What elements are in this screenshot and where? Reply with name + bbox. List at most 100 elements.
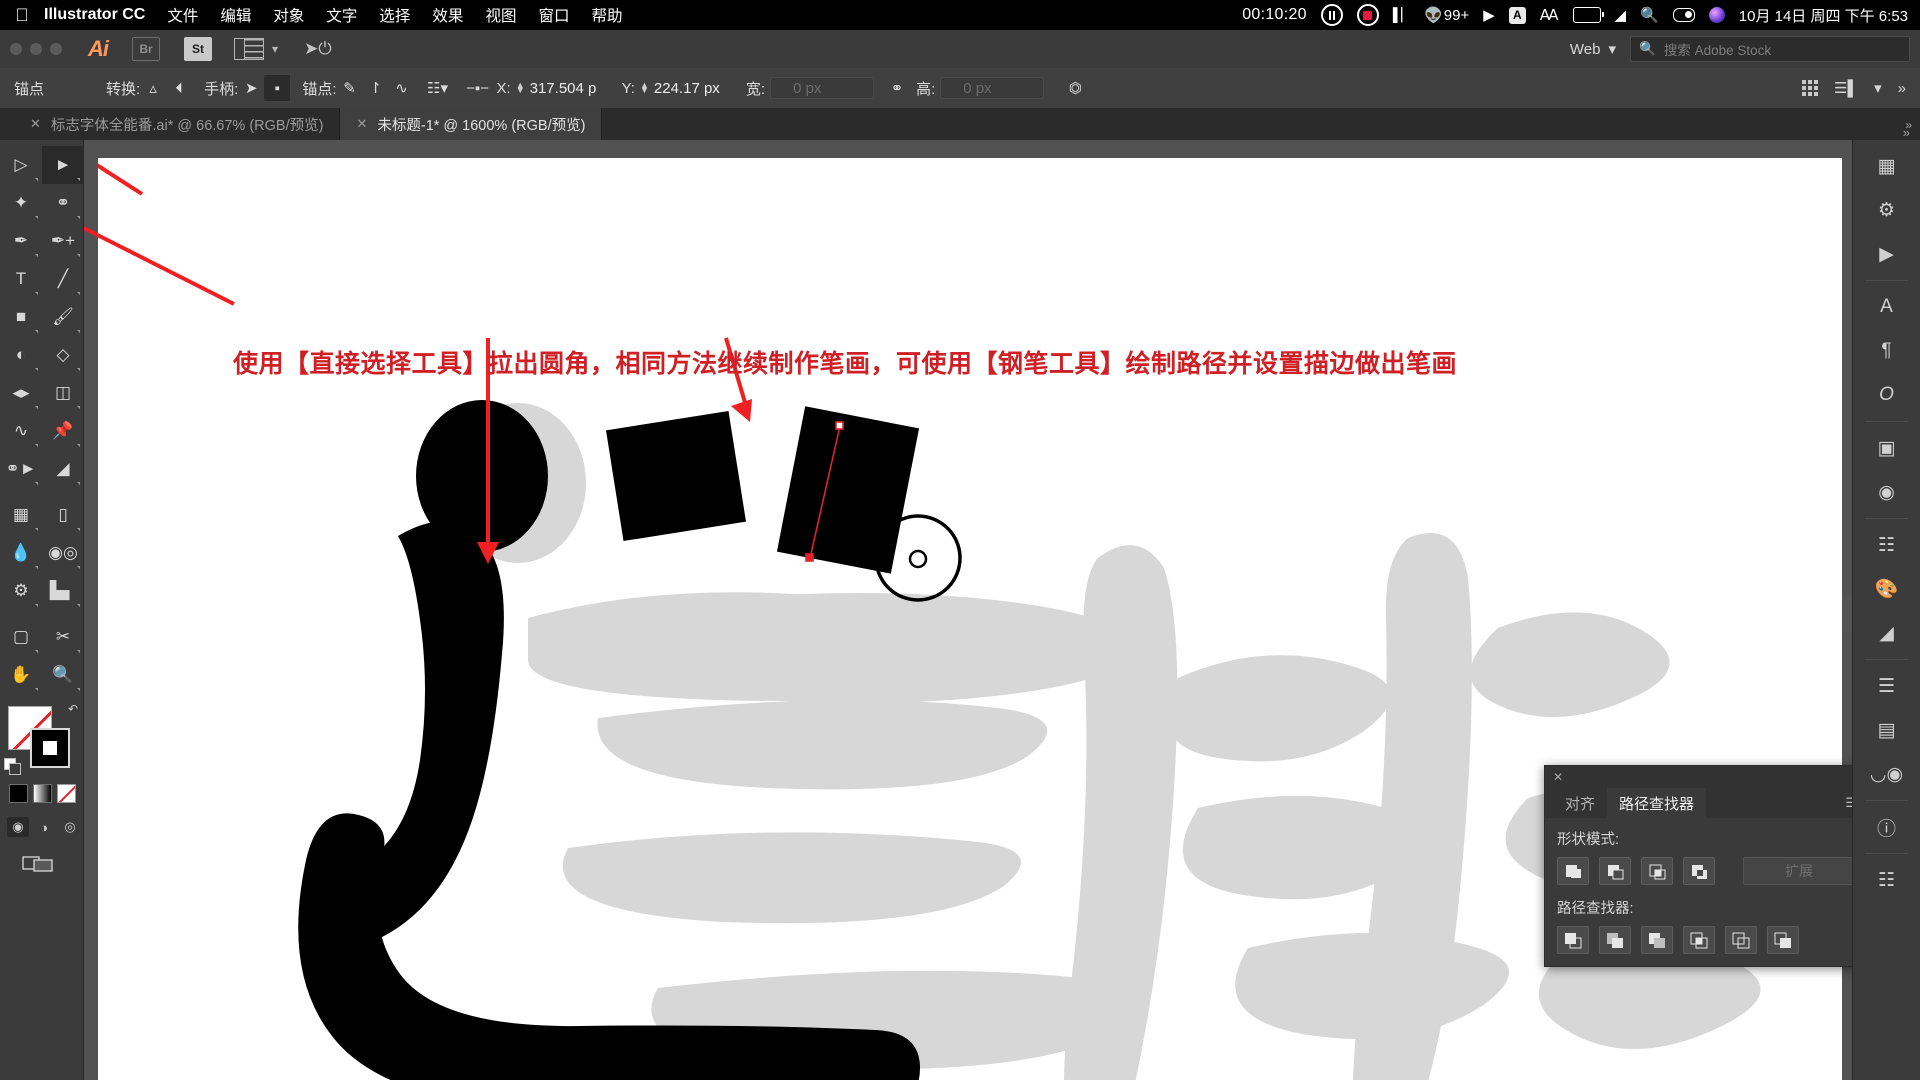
divide-button[interactable] bbox=[1557, 926, 1589, 954]
panel-menu-icon[interactable]: ☰ bbox=[1845, 795, 1852, 811]
minus-front-button[interactable] bbox=[1599, 857, 1631, 885]
sidebar-item-blend-tool[interactable]: ◉◎ bbox=[42, 534, 84, 572]
none-fill-button[interactable] bbox=[57, 784, 76, 803]
sidebar-item-zoom-tool[interactable]: 🔍 bbox=[42, 656, 84, 694]
panel-icon-swatches[interactable]: ☷ bbox=[1853, 523, 1920, 567]
sidebar-item-mesh-tool[interactable]: ▦ bbox=[0, 496, 42, 534]
panel-overflow-icon[interactable]: » bbox=[1898, 80, 1906, 97]
bluetooth-icon[interactable]: Ꜳ bbox=[1540, 6, 1559, 24]
align-panel-icon[interactable]: ☰▌ bbox=[1834, 79, 1858, 97]
x-position-field[interactable]: X: ▲ ▼ 317.504 p bbox=[497, 80, 616, 97]
sidebar-item-paintbrush-tool[interactable]: 🖌 bbox=[42, 298, 84, 336]
sidebar-item-scale-tool[interactable]: ◫ bbox=[42, 374, 84, 412]
draw-normal-button[interactable]: ◉ bbox=[7, 817, 29, 837]
sidebar-item-gradient-tool[interactable]: ▯ bbox=[42, 496, 84, 534]
sidebar-item-line-segment-tool[interactable]: ╱ bbox=[42, 260, 84, 298]
workspace-switcher[interactable]: Web ▾ bbox=[1570, 40, 1630, 59]
pathfinder-panel[interactable]: ✕ « 对齐 路径查找器 ☰ 形状模式: 扩展 路径查找器: bbox=[1544, 765, 1852, 967]
grid-icon[interactable] bbox=[1802, 80, 1819, 96]
stroke-swatch[interactable] bbox=[30, 728, 70, 768]
equalizer-icon[interactable]: ▌▏ bbox=[1393, 7, 1411, 23]
y-position-field[interactable]: Y: ▲ ▼ 224.17 px bbox=[622, 80, 740, 97]
crop-button[interactable] bbox=[1683, 926, 1715, 954]
canvas-scrollbar-thumb[interactable] bbox=[1842, 596, 1852, 632]
sidebar-item-artboard-tool[interactable]: ▢ bbox=[0, 618, 42, 656]
panel-icon-gradient-bar[interactable]: ▤ bbox=[1853, 708, 1920, 752]
show-handles-icon[interactable]: ➤ bbox=[238, 75, 264, 101]
panel-icon-opentype[interactable]: O bbox=[1853, 373, 1920, 417]
close-icon[interactable]: ✕ bbox=[356, 116, 367, 132]
panel-icon-paragraph[interactable]: ¶ bbox=[1853, 329, 1920, 373]
lock-proportions-icon[interactable]: ⚭ bbox=[884, 75, 910, 101]
wifi-icon[interactable]: ◢ bbox=[1615, 6, 1627, 24]
qq-messages-icon[interactable]: 👽 99+ bbox=[1424, 6, 1469, 25]
color-fill-button[interactable] bbox=[9, 784, 28, 803]
panel-icon-stroke[interactable]: ☰ bbox=[1853, 664, 1920, 708]
menu-file[interactable]: 文件 bbox=[167, 4, 198, 26]
menu-edit[interactable]: 编辑 bbox=[220, 4, 251, 26]
outline-button[interactable] bbox=[1725, 926, 1757, 954]
window-controls[interactable] bbox=[0, 43, 62, 55]
close-icon[interactable]: ✕ bbox=[30, 116, 41, 132]
control-center-icon[interactable] bbox=[1672, 8, 1695, 22]
sidebar-item-eyedropper-tool[interactable]: 💧 bbox=[0, 534, 42, 572]
trim-button[interactable] bbox=[1599, 926, 1631, 954]
panel-icon-transparency[interactable]: ◡◉ bbox=[1853, 752, 1920, 796]
menu-effect[interactable]: 效果 bbox=[432, 4, 463, 26]
pause-recording-icon[interactable] bbox=[1320, 4, 1343, 26]
convert-to-corner-icon[interactable]: ▵︎ bbox=[140, 75, 166, 101]
siri-icon[interactable] bbox=[1708, 7, 1725, 23]
minus-back-button[interactable] bbox=[1767, 926, 1799, 954]
height-field[interactable]: 高: 0 px bbox=[916, 77, 1045, 99]
stop-recording-icon[interactable] bbox=[1356, 4, 1379, 26]
drawing-modes[interactable]: ◉ ◑ ◎ bbox=[7, 817, 83, 837]
panel-icon-info[interactable]: ⓘ bbox=[1853, 805, 1920, 849]
unite-button[interactable] bbox=[1557, 857, 1589, 885]
fill-type-controls[interactable] bbox=[9, 784, 83, 803]
bridge-button[interactable]: Br bbox=[132, 37, 160, 61]
menu-select[interactable]: 选择 bbox=[379, 4, 410, 26]
panel-icon-artboards[interactable]: ▦ bbox=[1853, 144, 1920, 188]
power-launch-icon[interactable]: ➤⏻ bbox=[304, 39, 332, 59]
document-tab-2[interactable]: ✕ 未标题-1* @ 1600% (RGB/预览) bbox=[340, 108, 603, 140]
tab-align[interactable]: 对齐 bbox=[1553, 788, 1607, 818]
sidebar-item-rectangle-tool[interactable]: ■ bbox=[0, 298, 42, 336]
menu-type[interactable]: 文字 bbox=[326, 4, 357, 26]
sidebar-item-blob-brush-tool[interactable]: ◐ bbox=[0, 336, 42, 374]
battery-icon[interactable] bbox=[1572, 7, 1604, 23]
isolate-selection-icon[interactable]: ☷▾ bbox=[425, 75, 451, 101]
sidebar-item-direct-selection-tool[interactable]: ► bbox=[42, 146, 84, 184]
panel-icon-character[interactable]: A bbox=[1853, 285, 1920, 329]
spotlight-search-icon[interactable]: 🔍 bbox=[1640, 6, 1659, 24]
arrange-documents-icon[interactable] bbox=[234, 38, 264, 60]
expand-button[interactable]: 扩展 bbox=[1743, 857, 1852, 885]
sidebar-item-perspective-grid-tool[interactable]: ◢ bbox=[42, 450, 84, 488]
panel-icon-symbols[interactable]: ☷ bbox=[1853, 858, 1920, 902]
remove-anchor-icon[interactable]: ✎ bbox=[337, 75, 363, 101]
x-stepper[interactable]: ▲ ▼ bbox=[516, 81, 525, 95]
stock-button[interactable]: St bbox=[184, 37, 212, 61]
align-anchor-icon[interactable]: −▪− bbox=[465, 75, 491, 101]
apple-icon[interactable]:  bbox=[0, 6, 44, 24]
document-tab-1[interactable]: ✕ 标志字体全能番.ai* @ 66.67% (RGB/预览) bbox=[14, 108, 341, 140]
transform-panel-icon[interactable]: ⏣ bbox=[1062, 75, 1088, 101]
chevron-down-icon[interactable]: ▾ bbox=[1874, 79, 1882, 97]
panel-icon-image-trace[interactable]: ▣ bbox=[1853, 426, 1920, 470]
menu-help[interactable]: 帮助 bbox=[591, 4, 622, 26]
menu-window[interactable]: 窗口 bbox=[538, 4, 569, 26]
y-stepper[interactable]: ▲ ▼ bbox=[640, 81, 649, 95]
sidebar-item-hand-tool[interactable]: ✋ bbox=[0, 656, 42, 694]
stock-search-field[interactable]: 🔍 搜索 Adobe Stock bbox=[1630, 36, 1910, 62]
sidebar-item-add-anchor-point-tool[interactable]: ✒+ bbox=[42, 222, 84, 260]
convert-to-smooth-icon[interactable]: ⏴ bbox=[166, 75, 192, 101]
change-screen-mode-button[interactable] bbox=[22, 853, 56, 873]
panel-icon-color[interactable]: 🎨 bbox=[1853, 567, 1920, 611]
fill-stroke-controls[interactable]: ↶ bbox=[4, 702, 78, 775]
tab-pathfinder[interactable]: 路径查找器 bbox=[1607, 788, 1707, 818]
chevron-down-icon[interactable]: ▾ bbox=[272, 42, 278, 56]
sidebar-item-lasso-tool[interactable]: ⚭ bbox=[42, 184, 84, 222]
width-field[interactable]: 宽: 0 px bbox=[746, 77, 875, 99]
play-circle-icon[interactable]: ▶︎ bbox=[1483, 6, 1495, 24]
cut-path-icon[interactable]: ∿ bbox=[389, 75, 415, 101]
merge-button[interactable] bbox=[1641, 926, 1673, 954]
